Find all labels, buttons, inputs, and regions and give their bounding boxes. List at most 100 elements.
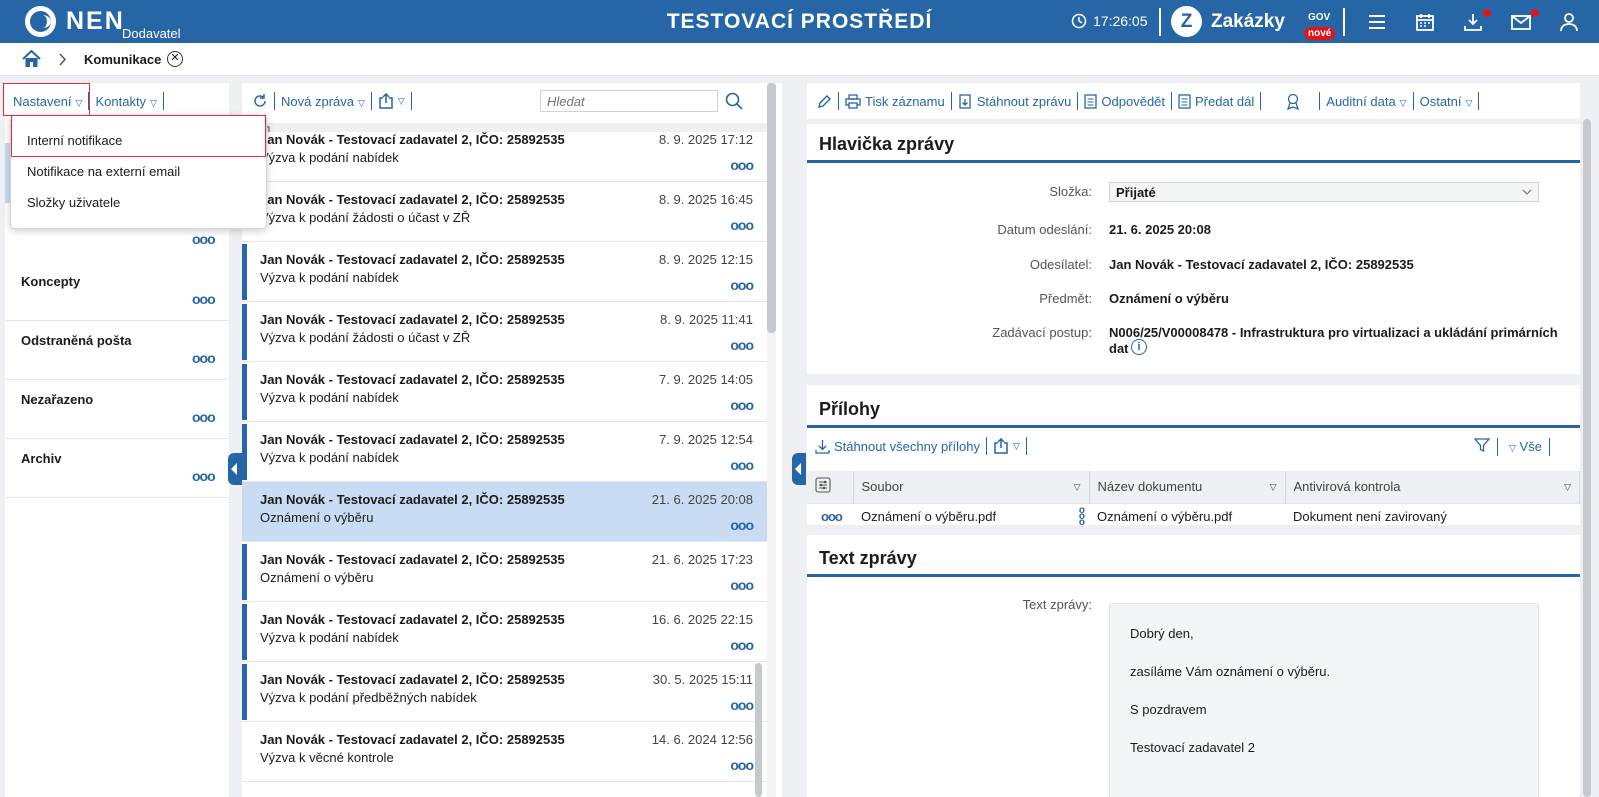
more-icon[interactable]: ooo — [730, 217, 754, 233]
message-row[interactable]: Jan Novák - Testovací zadavatel 2, IČO: … — [242, 362, 769, 422]
info-icon[interactable]: i — [1131, 339, 1147, 355]
table-row[interactable]: ooo Oznámení o výběru.pdf o o o Oznámení o … — [807, 502, 1580, 529]
dropdown-triangle-icon[interactable]: ▽ — [1013, 441, 1020, 452]
column-settings-header[interactable] — [807, 471, 854, 503]
reply-doc-icon — [1084, 93, 1098, 109]
message-row[interactable]: Jan Novák - Testovací zadavatel 2, IČO: … — [242, 182, 769, 242]
print-button[interactable]: Tisk záznamu — [845, 94, 945, 109]
filter-triangle-icon[interactable]: ▽ — [1074, 482, 1081, 493]
more-icon[interactable]: ooo — [730, 757, 754, 773]
dropdown-triangle-icon[interactable]: ▽ — [398, 96, 405, 107]
procedure-value-line2[interactable]: dat — [1109, 341, 1129, 356]
dropdown-item-user-folders[interactable]: Složky uživatele — [27, 195, 120, 210]
new-message-label: Nová zpráva — [281, 93, 354, 109]
more-icon[interactable]: ooo — [730, 517, 754, 533]
filter-all-button[interactable]: ▽ Vše — [1505, 439, 1542, 454]
reply-button[interactable]: Odpovědět — [1084, 94, 1165, 109]
refresh-icon[interactable] — [252, 93, 268, 109]
folder-item[interactable]: Archiv ooo — [5, 438, 229, 498]
message-row[interactable]: Jan Novák - Testovací zadavatel 2, IČO: … — [242, 132, 769, 182]
home-icon[interactable] — [22, 50, 41, 68]
search-icon[interactable] — [725, 92, 743, 110]
folder-item[interactable]: Odstraněná pošta ooo — [5, 320, 229, 380]
close-icon[interactable]: ✕ — [167, 51, 183, 67]
more-icon[interactable]: ooo — [192, 350, 216, 366]
download-all-button[interactable]: Stáhnout všechny přílohy — [815, 439, 980, 454]
more-icon[interactable]: ooo — [730, 637, 754, 653]
message-row[interactable]: Jan Novák - Testovací zadavatel 2, IČO: … — [242, 542, 769, 602]
separator — [1260, 92, 1262, 110]
separator — [1077, 92, 1079, 110]
more-icon[interactable]: ooo — [192, 291, 216, 307]
message-subject: Výzva k podání žádosti o účast v ZŘ — [260, 330, 471, 345]
collapse-middle-panel-button[interactable] — [792, 453, 806, 485]
edit-icon[interactable] — [817, 94, 832, 109]
collapse-left-panel-button[interactable] — [228, 453, 242, 485]
more-icon[interactable]: ooo — [730, 697, 754, 713]
filter-all-label: Vše — [1519, 439, 1542, 454]
column-header-doc-name[interactable]: Název dokumentu ▽ — [1089, 471, 1286, 503]
message-row[interactable]: Jan Novák - Testovací zadavatel 2, IČO: … — [242, 302, 769, 362]
audit-data-button[interactable]: Auditní data ▽ — [1326, 94, 1406, 109]
message-date: 7. 9. 2025 14:05 — [659, 372, 753, 387]
folder-select[interactable]: Přijaté — [1109, 182, 1539, 202]
more-icon[interactable]: ooo — [192, 468, 216, 484]
dropdown-item-external-email[interactable]: Notifikace na externí email — [27, 164, 180, 179]
more-icon[interactable]: ooo — [730, 337, 754, 353]
message-row[interactable]: Jan Novák - Testovací zadavatel 2, IČO: … — [242, 602, 769, 662]
zakazky-link[interactable]: Z Zakázky GOV nové — [1171, 6, 1336, 40]
more-icon[interactable]: ooo — [192, 409, 216, 425]
unread-marker — [242, 364, 247, 420]
scrollbar-thumb[interactable] — [767, 83, 776, 333]
more-icon[interactable]: ooo — [730, 577, 754, 593]
more-icon[interactable]: ooo — [730, 157, 754, 173]
procedure-value-line1[interactable]: N006/25/V00008478 - Infrastruktura pro v… — [1109, 325, 1558, 340]
attachment-file-link[interactable]: Oznámení o výběru.pdf — [861, 509, 996, 524]
filter-icon[interactable] — [1474, 437, 1490, 453]
separator — [1319, 92, 1321, 110]
more-icon[interactable]: ooo — [730, 397, 754, 413]
forward-button[interactable]: Předat dál — [1178, 94, 1254, 109]
filter-triangle-icon[interactable]: ▽ — [1270, 482, 1277, 493]
more-icon[interactable]: ooo — [730, 457, 754, 473]
contacts-menu-button[interactable]: Kontakty ▽ — [95, 94, 157, 109]
logo-text[interactable]: NEN — [66, 7, 125, 36]
message-row[interactable]: Jan Novák - Testovací zadavatel 2, IČO: … — [242, 482, 769, 542]
message-subject: Oznámení o výběru — [260, 570, 374, 585]
folder-item[interactable]: Nezařazeno ooo — [5, 379, 229, 439]
clock-icon — [1071, 13, 1087, 29]
sender-value: Jan Novák - Testovací zadavatel 2, IČO: … — [1109, 257, 1414, 272]
export-icon[interactable] — [993, 438, 1009, 454]
message-sender: Jan Novák - Testovací zadavatel 2, IČO: … — [260, 252, 565, 267]
column-header-antivirus[interactable]: Antivirová kontrola ▽ — [1285, 471, 1580, 503]
scrollbar-thumb[interactable] — [1583, 119, 1591, 797]
user-icon[interactable] — [1558, 11, 1580, 33]
message-row[interactable]: Jan Novák - Testovací zadavatel 2, IČO: … — [242, 422, 769, 482]
export-icon[interactable] — [378, 93, 394, 109]
folder-item[interactable]: Koncepty ooo — [5, 261, 229, 321]
filter-triangle-icon[interactable]: ▽ — [1564, 482, 1571, 493]
download-icon[interactable] — [1462, 11, 1484, 33]
more-icon[interactable]: ooo — [192, 231, 216, 247]
logo-subtitle: Dodavatel — [122, 26, 181, 41]
new-message-button[interactable]: Nová zpráva ▽ — [281, 94, 365, 109]
attachments-section: Přílohy Stáhnout všechny přílohy ▽ ▽ Vše — [807, 385, 1580, 529]
column-header-file[interactable]: Soubor ▽ — [853, 471, 1090, 503]
other-button[interactable]: Ostatní ▽ — [1420, 94, 1473, 109]
list-scrollbar-thumb[interactable] — [755, 663, 762, 797]
award-icon[interactable] — [1285, 93, 1301, 110]
more-icon[interactable]: ooo — [821, 509, 843, 524]
calendar-icon[interactable] — [1414, 11, 1436, 33]
mail-icon[interactable] — [1510, 11, 1532, 33]
download-message-button[interactable]: Stáhnout zprávu — [958, 94, 1071, 109]
search-input[interactable] — [540, 90, 718, 112]
more-icon[interactable]: ooo — [730, 277, 754, 293]
message-row[interactable]: Jan Novák - Testovací zadavatel 2, IČO: … — [242, 722, 769, 782]
contacts-label: Kontakty — [95, 93, 147, 109]
message-row[interactable]: Jan Novák - Testovací zadavatel 2, IČO: … — [242, 662, 769, 722]
vertical-more-icon[interactable]: ooo — [1079, 505, 1085, 527]
menu-icon[interactable] — [1366, 11, 1388, 33]
breadcrumb-current[interactable]: Komunikace — [84, 52, 161, 67]
nen-logo-icon[interactable] — [25, 6, 56, 37]
message-row[interactable]: Jan Novák - Testovací zadavatel 2, IČO: … — [242, 242, 769, 302]
